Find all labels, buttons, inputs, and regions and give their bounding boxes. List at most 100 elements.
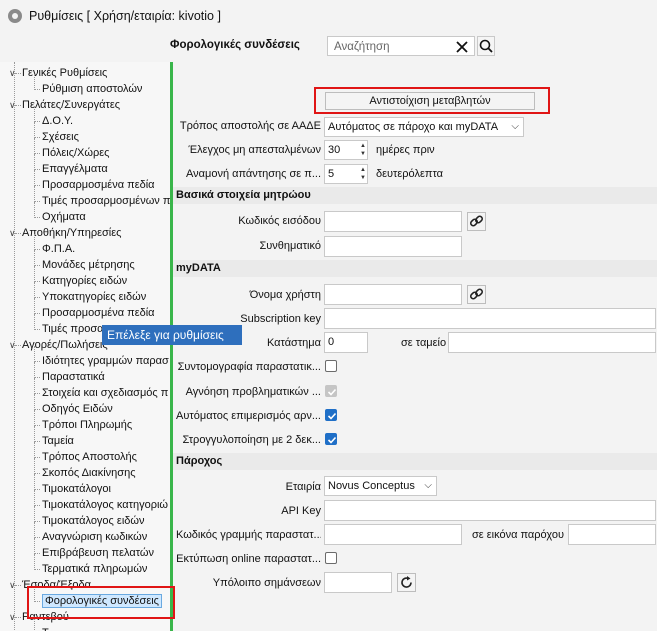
tree-connector — [15, 585, 21, 586]
tree-item-label: Προσαρμοσμένα πεδία — [42, 179, 155, 191]
register-label: σε ταμείο — [401, 337, 447, 349]
tree-item-label: Ρύθμιση αποστολών — [42, 83, 143, 95]
login-code-label: Κωδικός εισόδου — [238, 215, 321, 227]
print-online-label: Εκτύπωση online παραστατ... — [176, 553, 321, 565]
auto-split-checkbox[interactable] — [325, 409, 337, 421]
tree-item[interactable]: Ιδιότητες γραμμών παρασ — [42, 354, 169, 368]
tree-item-label: Πόλεις/Χώρες — [42, 147, 110, 159]
tree-item[interactable]: Προσαρμοσμένα πεδία — [42, 178, 155, 192]
subscription-key-input[interactable] — [324, 308, 656, 329]
tree-connector — [15, 345, 21, 346]
wait-reply-label: Αναμονή απάντησης σε π... — [185, 168, 321, 180]
tree-item[interactable]: Τιμοκατάλογος κατηγοριώ — [42, 498, 168, 512]
close-icon[interactable] — [453, 38, 471, 56]
tree-item-label: Τιμές προσαρμοσμένων π — [42, 195, 170, 207]
tree-connector — [34, 186, 35, 202]
tree-connector — [34, 74, 35, 90]
spin-down-icon[interactable]: ▼ — [360, 175, 366, 182]
tree-connector — [34, 490, 35, 506]
tree-connector — [34, 234, 35, 250]
refresh-button[interactable] — [397, 573, 416, 592]
spin-up-icon[interactable]: ▲ — [360, 167, 366, 174]
tree-connector — [34, 442, 35, 458]
tree-connector — [34, 618, 35, 631]
tree-item[interactable]: Στοιχεία και σχεδιασμός π — [42, 386, 168, 400]
tree-item[interactable]: Τρόπος Αποστολής — [42, 450, 137, 464]
tree-connector — [34, 170, 35, 186]
tree-item[interactable]: Κατηγορίες ειδών — [42, 274, 127, 288]
provider-image-input[interactable] — [568, 524, 656, 545]
check-unsent-value: 30 — [328, 144, 341, 156]
balance-input[interactable] — [324, 572, 392, 593]
round-label: Στρογγυλοποίηση με 2 δεκ... — [182, 434, 321, 446]
link-button[interactable] — [467, 212, 486, 231]
register-input[interactable] — [448, 332, 656, 353]
map-variables-button[interactable]: Αντιστοίχιση μεταβλητών — [325, 92, 535, 110]
tree-item[interactable]: Παραστατικά — [42, 370, 105, 384]
refresh-icon — [401, 576, 412, 588]
tree-item[interactable]: Επιβράβευση πελατών — [42, 546, 154, 560]
tree-item-label: Τιμοκατάλογος κατηγοριώ — [42, 499, 169, 511]
tree-item[interactable]: Επαγγέλματα — [42, 162, 108, 176]
store-input[interactable]: 0 — [324, 332, 368, 353]
tree-group[interactable]: Πελάτες/Συνεργάτες — [22, 98, 120, 112]
tree-item-label: Φ.Π.Α. — [42, 243, 76, 255]
tree-item-label: Προσαρμοσμένα πεδία — [42, 307, 155, 319]
tree-connector — [15, 105, 21, 106]
tree-connector — [34, 106, 35, 122]
tree-item[interactable]: Τιμές προσα — [42, 322, 103, 336]
abbrev-docs-checkbox[interactable] — [325, 360, 337, 372]
password-input[interactable] — [324, 236, 462, 257]
tree-item[interactable]: Τιμοκατάλογος ειδών — [42, 514, 144, 528]
round-checkbox[interactable] — [325, 433, 337, 445]
tree-item[interactable]: Σχέσεις — [42, 130, 79, 144]
tree-item[interactable]: Ταμεία — [42, 434, 74, 448]
tree-item[interactable]: Πόλεις/Χώρες — [42, 146, 109, 160]
spin-down-icon[interactable]: ▼ — [360, 151, 366, 158]
tree-connector — [34, 538, 35, 554]
tree-item[interactable]: Τ... — [42, 626, 57, 631]
username-input[interactable] — [324, 284, 462, 305]
check-unsent-stepper[interactable]: 30 ▲ ▼ — [324, 140, 368, 160]
doc-line-code-input[interactable] — [324, 524, 462, 545]
send-method-select[interactable]: Αυτόματος σε πάροχο και myDATA ⌵ — [324, 117, 524, 137]
tree-item[interactable]: Φ.Π.Α. — [42, 242, 75, 256]
tree-item[interactable]: Υποκατηγορίες ειδών — [42, 290, 146, 304]
company-select[interactable]: Novus Conceptus ⌵ — [324, 476, 437, 496]
tree-item[interactable]: Τιμοκατάλογοι — [42, 482, 111, 496]
tree-item[interactable]: Μονάδες μέτρησης — [42, 258, 135, 272]
tree-item[interactable]: Τρόποι Πληρωμής — [42, 418, 132, 432]
tree-connector — [34, 282, 35, 298]
company-value: Novus Conceptus — [328, 480, 415, 492]
tree-item[interactable]: Προσαρμοσμένα πεδία — [42, 306, 155, 320]
tree-item-label: Τιμές προσα — [42, 323, 104, 335]
tree-connector — [34, 202, 35, 218]
tree-item[interactable]: Οδηγός Ειδών — [42, 402, 113, 416]
chevron-down-icon: ⌵ — [424, 480, 432, 491]
spin-up-icon[interactable]: ▲ — [360, 143, 366, 150]
link-icon — [469, 215, 484, 227]
tree-item[interactable]: Οχήματα — [42, 210, 86, 224]
abbrev-docs-label: Συντομογραφία παραστατικ... — [177, 361, 321, 373]
search-button[interactable] — [477, 36, 495, 56]
link-button[interactable] — [467, 285, 486, 304]
balance-label: Υπόλοιπο σημάνσεων — [212, 577, 321, 589]
settings-gear-icon — [8, 9, 22, 23]
tree-item[interactable]: Σκοπός Διακίνησης — [42, 466, 136, 480]
send-method-label: Τρόπος αποστολής σε ΑΑΔΕ — [179, 120, 321, 132]
print-online-checkbox[interactable] — [325, 552, 337, 564]
login-code-input[interactable] — [324, 211, 462, 232]
tree-item[interactable]: Τιμές προσαρμοσμένων π — [42, 194, 170, 208]
tree-item[interactable]: Ρύθμιση αποστολών — [42, 82, 142, 96]
tree-item[interactable]: Δ.Ο.Υ. — [42, 114, 73, 128]
tree-item[interactable]: Αναγνώριση κωδικών — [42, 530, 147, 544]
tree-item[interactable]: Τερματικά πληρωμών — [42, 562, 147, 576]
section-header-bg — [173, 453, 657, 470]
api-key-input[interactable] — [324, 500, 656, 521]
tree-item-label: Στοιχεία και σχεδιασμός π — [42, 387, 169, 399]
check-icon — [327, 412, 337, 420]
ignore-problematic-checkbox[interactable] — [325, 385, 337, 397]
tree-group[interactable]: Αποθήκη/Υπηρεσίες — [22, 226, 121, 240]
wait-reply-stepper[interactable]: 5 ▲ ▼ — [324, 164, 368, 184]
check-icon — [327, 436, 337, 444]
